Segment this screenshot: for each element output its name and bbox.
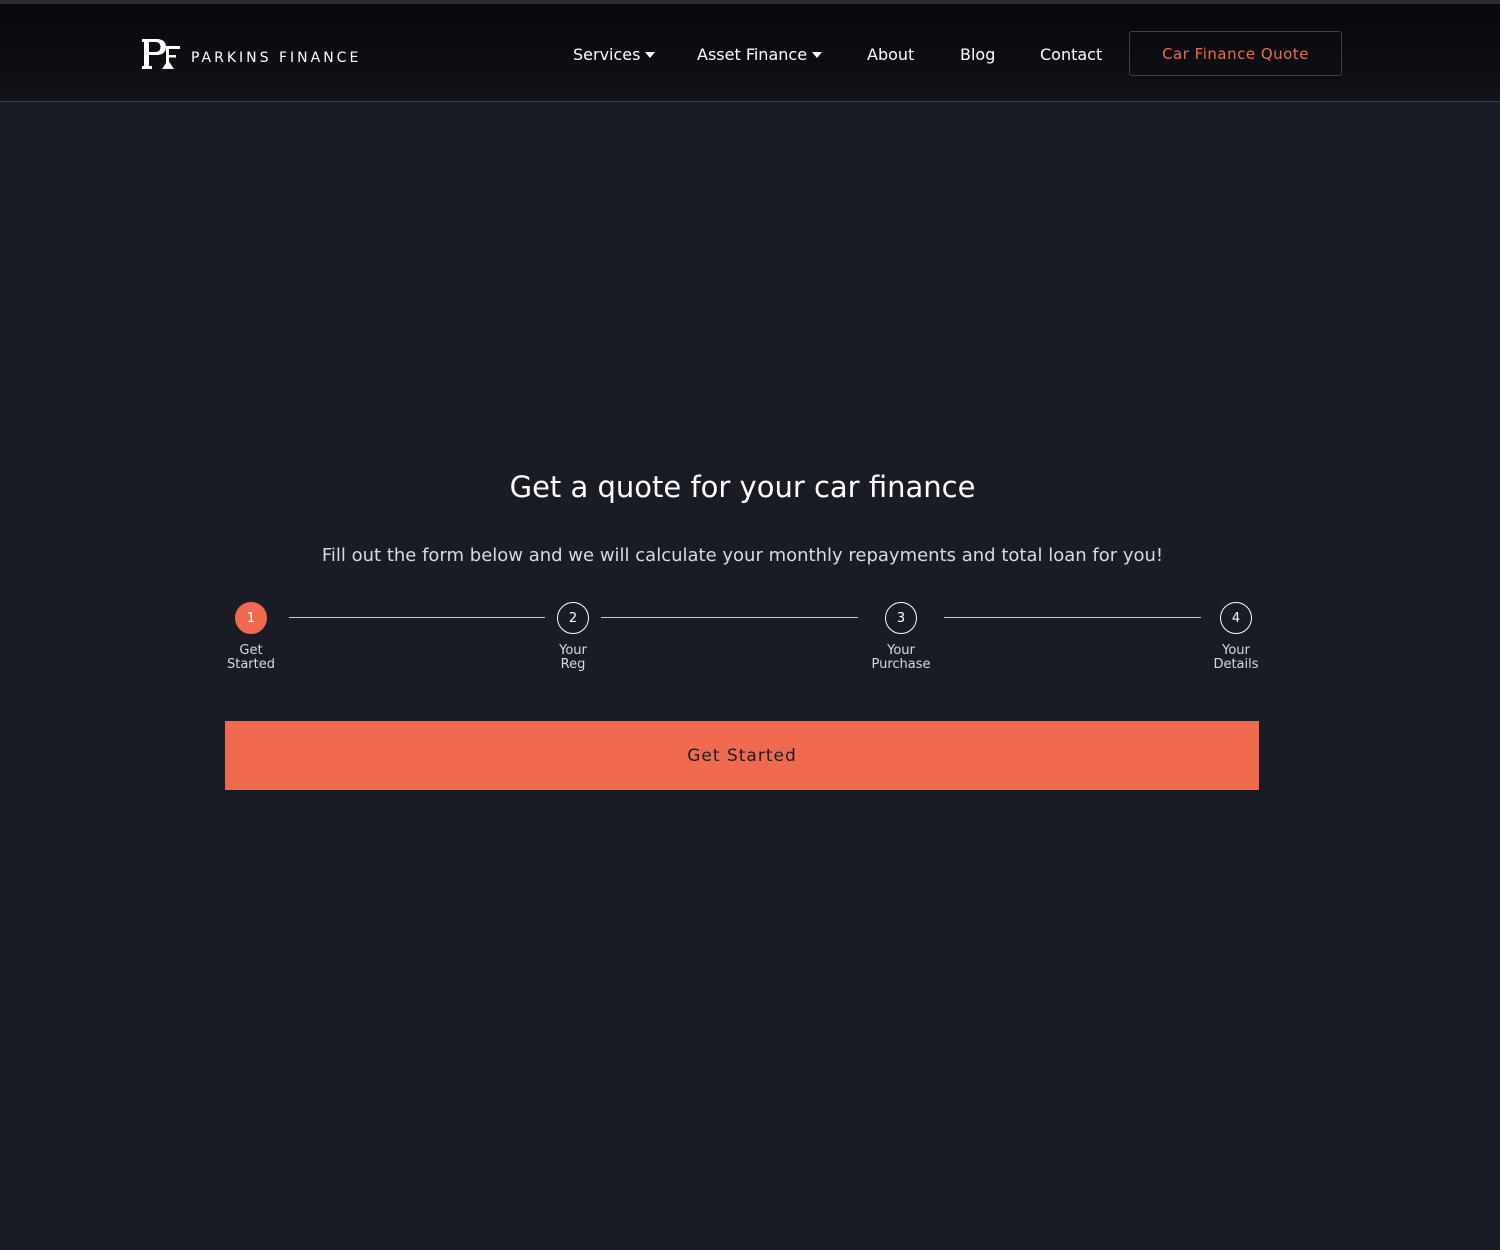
car-finance-quote-button[interactable]: Car Finance Quote	[1129, 31, 1342, 76]
nav-services-label: Services	[573, 45, 641, 64]
step-label: Get Started	[201, 644, 301, 672]
caret-down-icon	[812, 52, 823, 58]
nav-services[interactable]: Services	[573, 42, 656, 68]
nav-asset-finance[interactable]: Asset Finance	[697, 42, 823, 68]
step-number: 3	[885, 602, 917, 634]
site-header: PARKINS FINANCE Services Asset Finance A…	[0, 4, 1500, 102]
nav-contact-label: Contact	[1040, 45, 1103, 64]
step-connector	[289, 617, 545, 618]
nav-blog-label: Blog	[960, 45, 996, 64]
nav-contact[interactable]: Contact	[1040, 42, 1102, 68]
page-title: Get a quote for your car finance	[509, 470, 976, 504]
step-label: Your Details	[1186, 644, 1286, 672]
step-your-details[interactable]: 4 Your Details	[1186, 602, 1286, 672]
step-number: 1	[235, 602, 267, 634]
logo-text: PARKINS FINANCE	[191, 50, 362, 66]
page: PARKINS FINANCE Services Asset Finance A…	[0, 0, 1500, 1250]
logo[interactable]: PARKINS FINANCE	[142, 38, 361, 70]
step-label-line: Get	[239, 643, 263, 658]
step-your-purchase[interactable]: 3 Your Purchase	[851, 602, 951, 672]
step-label-line: Your	[887, 643, 915, 658]
nav-about[interactable]: About	[867, 42, 914, 68]
nav-blog[interactable]: Blog	[960, 42, 995, 68]
caret-down-icon	[645, 52, 656, 58]
step-number: 2	[557, 602, 589, 634]
get-started-button[interactable]: Get Started	[225, 721, 1259, 790]
step-label-line: Started	[226, 657, 275, 672]
step-label: Your Reg	[523, 644, 623, 672]
step-label-line: Your	[559, 643, 587, 658]
step-label-line: Details	[1213, 657, 1259, 672]
step-get-started[interactable]: 1 Get Started	[201, 602, 301, 672]
step-label: Your Purchase	[851, 644, 951, 672]
nav-asset-finance-label: Asset Finance	[697, 45, 808, 64]
step-connector	[944, 617, 1201, 618]
step-number: 4	[1220, 602, 1252, 634]
step-label-line: Your	[1222, 643, 1250, 658]
step-your-reg[interactable]: 2 Your Reg	[523, 602, 623, 672]
nav-about-label: About	[867, 45, 915, 64]
step-label-line: Purchase	[871, 657, 931, 672]
step-connector	[601, 617, 858, 618]
pf-logo-icon	[142, 39, 180, 69]
step-label-line: Reg	[560, 657, 586, 672]
page-subtitle: Fill out the form below and we will calc…	[321, 545, 1164, 566]
